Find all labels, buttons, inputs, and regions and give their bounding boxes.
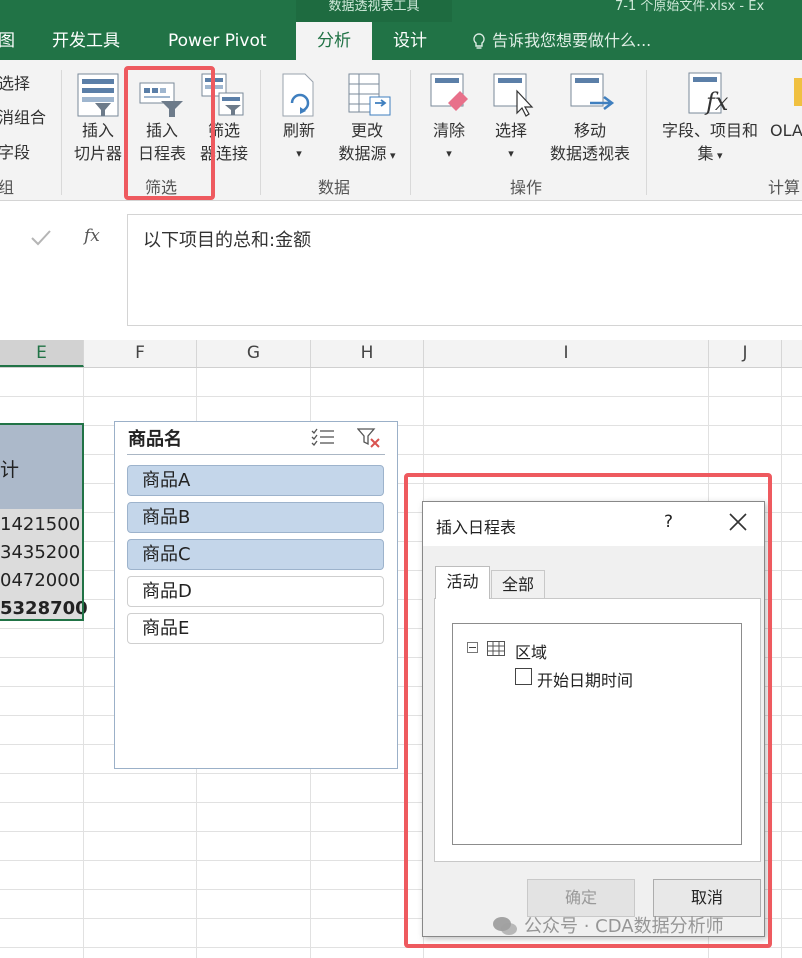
group-label-data: 数据 bbox=[318, 178, 351, 197]
change-source-label-1[interactable]: 更改 bbox=[346, 119, 388, 142]
tab-view-partial[interactable]: 图 bbox=[0, 22, 15, 60]
group-separator bbox=[260, 70, 261, 195]
fx-icon[interactable]: fx bbox=[84, 226, 100, 246]
column-header-e[interactable]: E bbox=[0, 340, 84, 367]
change-source-label-2[interactable]: 数据源 ▾ bbox=[332, 142, 402, 167]
slicer-title: 商品名 bbox=[128, 429, 182, 450]
timeline-highlight-box bbox=[124, 66, 215, 200]
tell-me-text: 告诉我您想要做什么... bbox=[492, 31, 652, 50]
clear-label[interactable]: 清除 bbox=[428, 119, 470, 142]
pivot-selection-border bbox=[0, 423, 84, 621]
wechat-icon bbox=[493, 917, 517, 935]
clear-icon bbox=[430, 73, 468, 111]
context-tools-title: 数据透视表工具 bbox=[296, 0, 452, 22]
group-label-actions: 操作 bbox=[510, 178, 543, 197]
refresh-label[interactable]: 刷新 bbox=[278, 119, 320, 142]
select-icon bbox=[493, 73, 534, 117]
group-separator bbox=[646, 70, 647, 195]
fields-items-icon: fx bbox=[688, 72, 729, 116]
select-partial[interactable]: 选择 bbox=[0, 72, 30, 95]
slicer-item[interactable]: 商品B bbox=[127, 502, 384, 533]
insert-slicer-label-1[interactable]: 插入 bbox=[72, 119, 124, 142]
change-source-dropdown-icon: ▾ bbox=[386, 149, 396, 162]
move-pivot-icon bbox=[570, 73, 615, 110]
group-separator bbox=[61, 70, 62, 195]
olap-icon bbox=[794, 78, 802, 106]
move-pivot-label-1[interactable]: 移动 bbox=[567, 119, 613, 142]
refresh-dropdown-icon[interactable]: ▾ bbox=[278, 142, 320, 165]
slicer-item[interactable]: 商品C bbox=[127, 539, 384, 570]
tab-developer[interactable]: 开发工具 bbox=[52, 22, 120, 60]
svg-text:fx: fx bbox=[704, 88, 729, 116]
formula-text: 以下项目的总和:金额 bbox=[143, 230, 312, 251]
fields-items-dropdown-icon: ▾ bbox=[713, 149, 723, 162]
group-label-calc: 计算 bbox=[768, 178, 801, 197]
file-title: 7-1 个原始文件.xlsx - Ex bbox=[615, 0, 765, 14]
dialog-highlight-box bbox=[404, 473, 772, 948]
group-separator bbox=[410, 70, 411, 195]
group-field-partial[interactable]: 字段 bbox=[0, 141, 30, 164]
clear-dropdown-icon[interactable]: ▾ bbox=[428, 142, 470, 165]
check-icon[interactable] bbox=[30, 228, 52, 248]
group-label-group: 组 bbox=[0, 178, 15, 197]
slicer-title-divider bbox=[127, 454, 385, 455]
refresh-icon bbox=[282, 73, 314, 117]
olap-partial-label[interactable]: OLA bbox=[770, 119, 802, 142]
tab-design[interactable]: 设计 bbox=[393, 22, 427, 60]
watermark-text: 公众号 · CDA数据分析师 bbox=[524, 916, 724, 937]
ungroup-partial[interactable]: 消组合 bbox=[0, 106, 46, 129]
tell-me-box[interactable]: 告诉我您想要做什么... bbox=[472, 22, 651, 60]
slicer-icon bbox=[77, 73, 119, 117]
slicer-item[interactable]: 商品D bbox=[127, 576, 384, 607]
name-box-area bbox=[0, 217, 131, 259]
multi-select-icon[interactable] bbox=[311, 427, 335, 447]
slicer-item[interactable]: 商品E bbox=[127, 613, 384, 644]
lightbulb-icon bbox=[473, 32, 485, 49]
tab-power-pivot[interactable]: Power Pivot bbox=[168, 22, 267, 60]
select-label[interactable]: 选择 bbox=[490, 119, 532, 142]
change-source-icon bbox=[348, 73, 391, 116]
fields-items-label-1[interactable]: 字段、项目和 bbox=[654, 119, 766, 142]
column-header-h[interactable]: H bbox=[311, 340, 424, 367]
move-pivot-label-2[interactable]: 数据透视表 bbox=[544, 142, 636, 165]
insert-slicer-label-2[interactable]: 切片器 bbox=[70, 142, 126, 165]
column-header-f[interactable]: F bbox=[84, 340, 197, 367]
tab-analyze[interactable]: 分析 bbox=[296, 22, 372, 60]
column-header-g[interactable]: G bbox=[197, 340, 311, 367]
slicer-item[interactable]: 商品A bbox=[127, 465, 384, 496]
change-source-text: 数据源 bbox=[338, 144, 387, 163]
select-dropdown-icon[interactable]: ▾ bbox=[490, 142, 532, 165]
column-header-i[interactable]: I bbox=[424, 340, 709, 367]
column-header-j[interactable]: J bbox=[709, 340, 782, 367]
fields-items-text: 集 bbox=[697, 144, 714, 163]
clear-filter-icon[interactable] bbox=[357, 427, 381, 449]
fields-items-label-2[interactable]: 集 ▾ bbox=[680, 142, 740, 167]
